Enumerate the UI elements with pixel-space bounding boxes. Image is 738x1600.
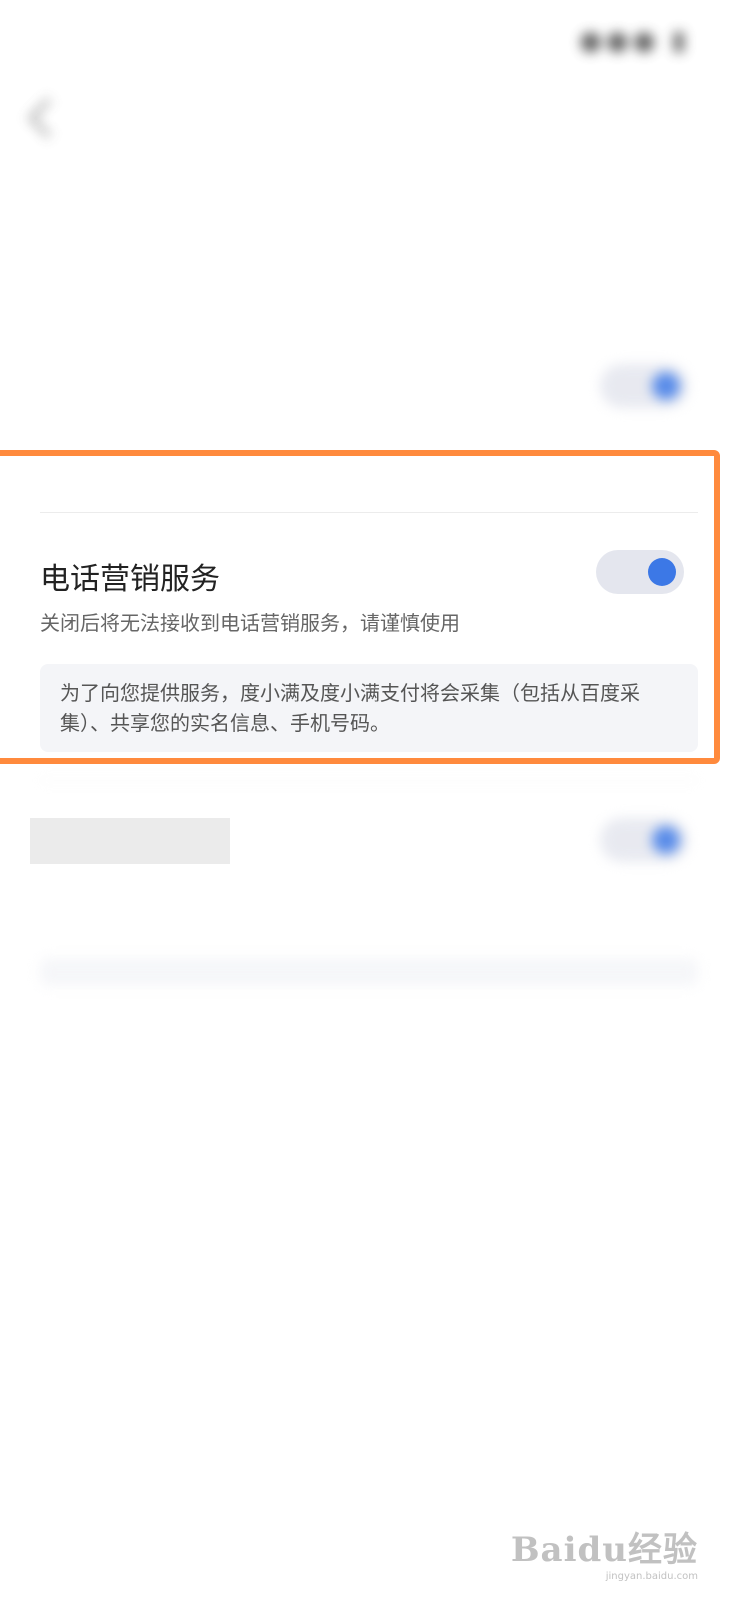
section-2-toggle[interactable] [596,550,684,594]
redaction-box [30,818,230,864]
divider [40,512,698,513]
status-icons: ●●● ▮ [579,26,690,56]
baidu-watermark: Baidu经验 jingyan.baidu.com [511,1522,698,1582]
watermark-url: jingyan.baidu.com [605,1571,698,1582]
toggle-knob [652,826,680,854]
section-1-toggle[interactable] [600,364,688,408]
toggle-knob [648,558,676,586]
watermark-logo: Baidu经验 [510,1530,698,1570]
section-2-note: 为了向您提供服务，度小满及度小满支付将会采集（包括从百度采集）、共享您的实名信息… [40,664,698,752]
section-2-desc: 关闭后将无法接收到电话营销服务，请谨慎使用 [40,611,460,635]
back-arrow-icon[interactable] [28,98,68,138]
section-3-note [40,958,698,986]
toggle-knob [652,372,680,400]
divider [40,780,698,781]
section-3-toggle[interactable] [600,818,688,862]
